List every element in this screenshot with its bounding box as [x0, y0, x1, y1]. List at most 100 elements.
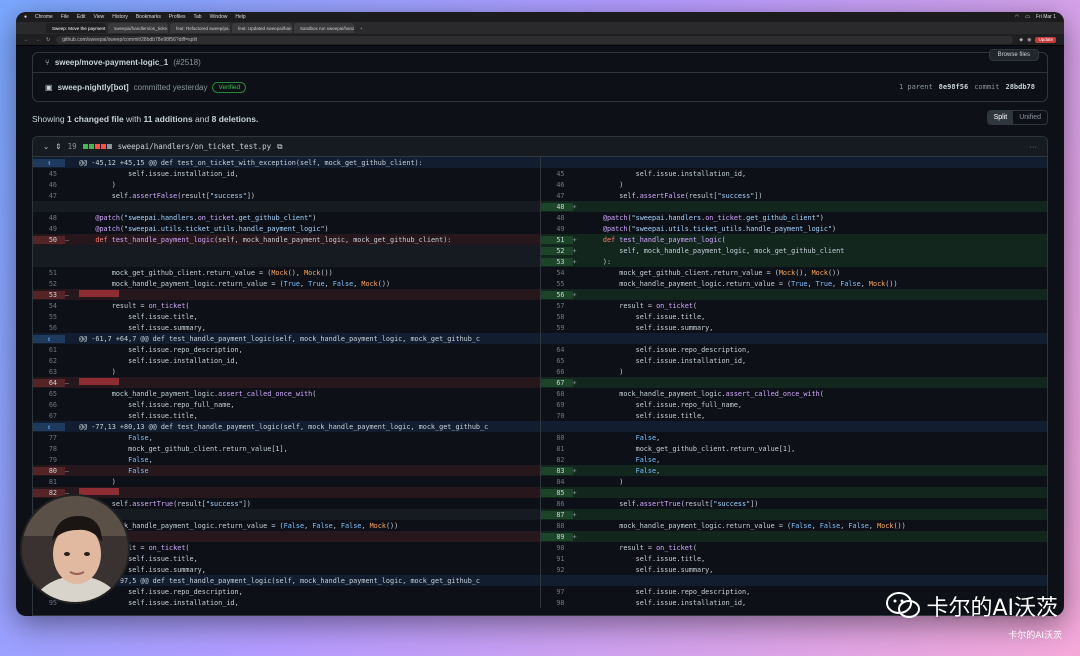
line-number[interactable]: 53 [33, 290, 65, 299]
parent-sha[interactable]: 8e98f56 [939, 83, 969, 91]
line-number[interactable]: 47 [33, 192, 65, 200]
menubar-clock[interactable]: Fri Mar 1 [1036, 14, 1056, 20]
expand-icon[interactable]: ⇕ [55, 142, 61, 151]
branch-name[interactable]: sweep/move-payment-logic_1 [55, 58, 168, 67]
line-number[interactable]: 49 [541, 225, 573, 233]
more-options-icon[interactable]: ··· [1030, 142, 1038, 151]
address-input[interactable]: github.com/sweepai/sweep/commit/28bdb78e… [56, 35, 1014, 44]
expand-hunk-icon[interactable]: ↑ [33, 158, 65, 167]
update-button[interactable]: Update [1035, 36, 1056, 43]
line-number[interactable]: 85 [540, 488, 573, 497]
reload-icon[interactable]: ↻ [46, 37, 50, 43]
line-number[interactable]: 91 [541, 555, 573, 563]
line-number[interactable]: 89 [540, 532, 573, 541]
line-number[interactable]: 52 [540, 246, 573, 255]
commit-author[interactable]: sweep-nightly[bot] [58, 83, 129, 92]
line-number[interactable]: 81 [541, 445, 573, 453]
line-number[interactable]: 52 [33, 280, 65, 288]
expand-hunk-icon[interactable]: ⇕ [33, 334, 65, 343]
line-number[interactable]: 66 [541, 368, 573, 376]
line-number[interactable]: 88 [541, 522, 573, 530]
menu-item[interactable]: Edit [77, 14, 86, 20]
line-number[interactable]: 55 [33, 313, 65, 321]
line-number[interactable]: 67 [33, 412, 65, 420]
line-number[interactable]: 97 [541, 588, 573, 596]
new-tab-icon[interactable]: + [356, 26, 367, 31]
line-number[interactable]: 65 [541, 357, 573, 365]
line-number[interactable]: 70 [541, 412, 573, 420]
line-number[interactable]: 62 [33, 357, 65, 365]
line-number[interactable]: 48 [541, 214, 573, 222]
line-number[interactable]: 59 [541, 324, 573, 332]
split-view-button[interactable]: Split [987, 111, 1014, 124]
line-number[interactable]: 49 [33, 225, 65, 233]
line-number[interactable]: 83 [540, 466, 573, 475]
line-number[interactable]: 54 [33, 302, 65, 310]
line-number[interactable]: 53 [540, 257, 573, 266]
line-number[interactable]: 79 [33, 456, 65, 464]
wifi-icon[interactable]: ◠ [1015, 14, 1019, 20]
line-number[interactable]: 68 [541, 390, 573, 398]
copy-icon[interactable]: ⧉ [277, 142, 282, 152]
line-number[interactable]: 54 [541, 269, 573, 277]
line-number[interactable]: 61 [33, 346, 65, 354]
line-number[interactable]: 57 [541, 302, 573, 310]
menu-item[interactable]: History [112, 14, 128, 20]
line-number[interactable]: 55 [541, 280, 573, 288]
battery-icon[interactable]: ▭ [1025, 14, 1030, 20]
menu-item[interactable]: File [61, 14, 69, 20]
line-number[interactable]: 48 [33, 214, 65, 222]
line-number[interactable]: 46 [33, 181, 65, 189]
profile-icon[interactable]: ◉ [1027, 37, 1031, 43]
line-number[interactable]: 48 [540, 202, 573, 211]
line-number[interactable]: 56 [540, 290, 573, 299]
line-number[interactable]: 65 [33, 390, 65, 398]
menu-item[interactable]: Bookmarks [136, 14, 161, 20]
line-number[interactable]: 51 [33, 269, 65, 277]
browser-tab[interactable]: sweepai/handlers/on_ticke… [108, 23, 168, 33]
menu-item[interactable]: Help [235, 14, 245, 20]
forward-icon[interactable]: → [35, 37, 40, 43]
line-number[interactable]: 86 [541, 500, 573, 508]
line-number[interactable]: 63 [33, 368, 65, 376]
pr-number[interactable]: (#2518) [173, 58, 201, 67]
line-number[interactable]: 46 [541, 181, 573, 189]
line-number[interactable]: 69 [541, 401, 573, 409]
apple-icon[interactable]: ● [24, 14, 27, 20]
back-icon[interactable]: ← [24, 37, 29, 43]
line-number[interactable]: 45 [33, 170, 65, 178]
line-number[interactable]: 81 [33, 478, 65, 486]
line-number[interactable]: 77 [33, 434, 65, 442]
menu-item[interactable]: Tab [194, 14, 202, 20]
line-number[interactable]: 67 [540, 378, 573, 387]
line-number[interactable]: 84 [541, 478, 573, 486]
verified-badge[interactable]: Verified [212, 81, 247, 93]
line-number[interactable]: 92 [541, 566, 573, 574]
browser-tab[interactable]: feat: Updated sweepai/han… [232, 23, 292, 33]
expand-hunk-icon[interactable]: ⇕ [33, 422, 65, 431]
line-number[interactable]: 66 [33, 401, 65, 409]
file-name[interactable]: sweepai/handlers/on_ticket_test.py [118, 142, 272, 151]
line-number[interactable]: 51 [540, 235, 573, 244]
unified-view-button[interactable]: Unified [1013, 111, 1047, 124]
browse-files-button[interactable]: Browse files [988, 49, 1039, 61]
extension-icon[interactable]: ◆ [1019, 37, 1023, 43]
browser-tab[interactable]: feat: Refactored sweep/pa… [170, 23, 230, 33]
line-number[interactable]: 64 [33, 378, 65, 387]
line-number[interactable]: 58 [541, 313, 573, 321]
menu-app[interactable]: Chrome [35, 14, 53, 20]
line-number[interactable]: 87 [540, 510, 573, 519]
line-number[interactable]: 90 [541, 544, 573, 552]
collapse-chevron-icon[interactable]: ⌄ [43, 142, 49, 151]
menu-item[interactable]: Window [210, 14, 228, 20]
line-number[interactable]: 64 [541, 346, 573, 354]
browser-tab[interactable]: Sweep: Move the payment t… [46, 23, 106, 33]
menu-item[interactable]: View [94, 14, 105, 20]
line-number[interactable]: 82 [541, 456, 573, 464]
line-number[interactable]: 80 [541, 434, 573, 442]
line-number[interactable]: 47 [541, 192, 573, 200]
line-number[interactable]: 80 [33, 466, 65, 475]
browser-tab[interactable]: Sandbox run sweepai/hand… [294, 23, 354, 33]
line-number[interactable]: 45 [541, 170, 573, 178]
bot-avatar-icon[interactable]: ▣ [45, 83, 53, 92]
